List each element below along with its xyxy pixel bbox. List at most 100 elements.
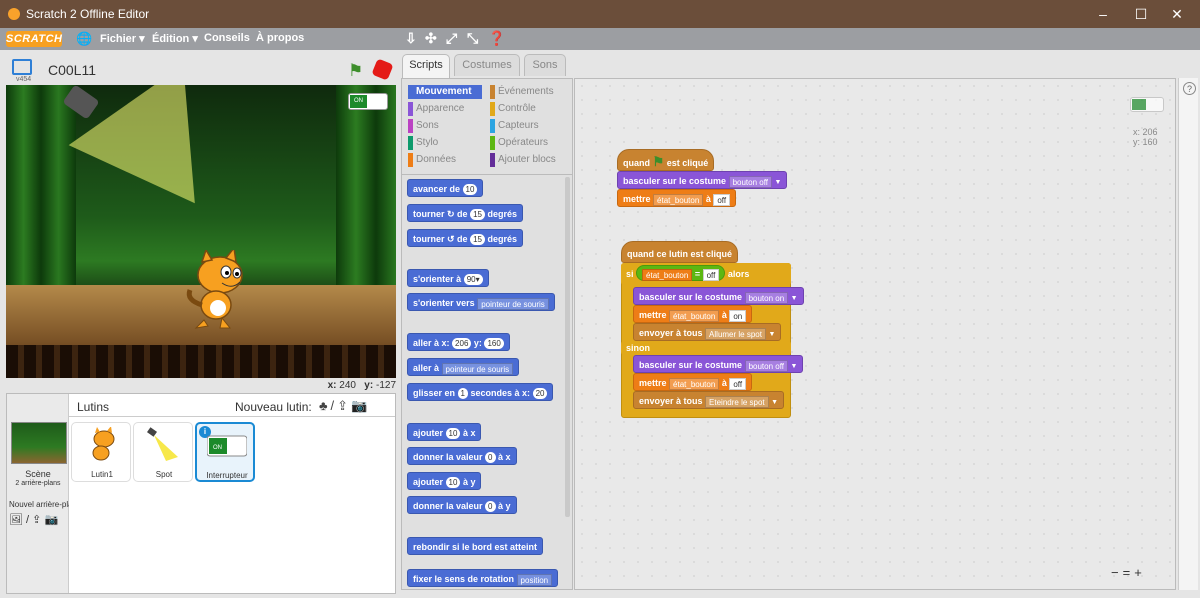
block-set-variable[interactable]: mettre état_bouton à off — [617, 189, 737, 207]
project-name[interactable]: C00L11 — [48, 62, 96, 78]
if-header[interactable]: si état_bouton = off alors — [621, 263, 791, 285]
grow-icon[interactable]: ⤢ — [446, 30, 457, 47]
block-goto[interactable]: aller à pointeur de souris — [407, 358, 520, 376]
block-input[interactable]: 90▾ — [463, 274, 483, 286]
block-dropdown[interactable]: pointeur de souris — [477, 297, 549, 310]
block-turn-left[interactable]: tourner ↺ de 15 degrés — [407, 229, 523, 247]
menu-file[interactable]: Fichier ▾ — [100, 32, 145, 45]
category-sound[interactable]: Sons — [408, 119, 482, 133]
block-dropdown[interactable]: état_bouton — [669, 309, 720, 322]
block-set-off[interactable]: mettre état_bouton à off — [633, 373, 753, 391]
category-operators[interactable]: Opérateurs — [490, 136, 570, 150]
maximize-button[interactable]: ☐ — [1126, 4, 1156, 24]
close-button[interactable]: ✕ — [1162, 4, 1192, 24]
backdrop-paint-icon[interactable]: / — [26, 514, 29, 526]
block-point-towards[interactable]: s'orienter vers pointeur de souris — [407, 293, 555, 311]
category-events[interactable]: Événements — [490, 85, 570, 99]
block-broadcast-off[interactable]: envoyer à tous Eteindre le spot ▼ — [633, 391, 785, 409]
backdrop-upload-icon[interactable]: ⇪ — [32, 514, 41, 526]
block-set-on[interactable]: mettre état_bouton à on — [633, 305, 753, 323]
help-tips-icon[interactable]: ? — [1183, 82, 1196, 95]
sprite-tile-lutin1[interactable]: Lutin1 — [71, 422, 131, 482]
help-icon[interactable]: ❓ — [488, 30, 505, 47]
block-input[interactable]: 15 — [470, 209, 485, 221]
switch-sprite[interactable]: ON — [348, 93, 388, 110]
backdrop-library-icon[interactable]: 🖼 — [9, 514, 23, 526]
block-switch-costume[interactable]: basculer sur le costume bouton off ▼ — [617, 171, 788, 189]
block-switch-costume-on[interactable]: basculer sur le costume bouton on ▼ — [633, 287, 804, 305]
block-change-x[interactable]: ajouter 10 à x — [407, 423, 482, 441]
block-input[interactable]: off — [702, 268, 720, 281]
category-sensing[interactable]: Capteurs — [490, 119, 570, 133]
scratch-logo[interactable]: SCRATCH — [6, 31, 62, 47]
backdrop-camera-icon[interactable]: 📷 — [44, 514, 58, 526]
block-bounce[interactable]: rebondir si le bord est atteint — [407, 537, 544, 555]
category-more-blocks[interactable]: Ajouter blocs — [490, 153, 570, 167]
block-glide[interactable]: glisser en 1 secondes à x: 20 — [407, 383, 554, 401]
sprite-tile-interrupteur[interactable]: i ON Interrupteur — [195, 422, 255, 482]
menu-about[interactable]: À propos — [256, 32, 304, 44]
palette-scrollbar[interactable] — [565, 177, 570, 517]
block-change-y[interactable]: ajouter 10 à y — [407, 472, 482, 490]
tab-costumes[interactable]: Costumes — [454, 54, 520, 76]
block-dropdown[interactable]: bouton off — [728, 175, 773, 188]
block-switch-costume-off[interactable]: basculer sur le costume bouton off ▼ — [633, 355, 804, 373]
language-globe-icon[interactable]: 🌐 — [76, 31, 92, 47]
block-dropdown[interactable]: état_bouton — [653, 193, 704, 206]
stage[interactable]: ON — [6, 85, 396, 378]
sprite-upload-icon[interactable]: ⇪ — [337, 398, 351, 413]
script-area[interactable]: x: 206 y: 160 quand ⚑ est cliqué bascule… — [574, 78, 1176, 590]
block-dropdown[interactable]: pointeur de souris — [441, 362, 514, 375]
block-input[interactable]: 10 — [445, 477, 461, 489]
block-turn-right[interactable]: tourner ↻ de 15 degrés — [407, 204, 523, 222]
sprite-camera-icon[interactable]: 📷 — [351, 398, 370, 413]
sprite-library-icon[interactable]: ♣ — [319, 398, 331, 413]
block-input[interactable]: off — [729, 377, 747, 390]
block-input[interactable]: 1 — [457, 388, 468, 400]
duplicate-stamp-icon[interactable]: ⇩ — [405, 30, 417, 47]
tab-sounds[interactable]: Sons — [524, 54, 566, 76]
block-set-y[interactable]: donner la valeur 0 à y — [407, 496, 517, 514]
block-dropdown[interactable]: état_bouton — [669, 377, 720, 390]
stop-sign-icon[interactable] — [371, 58, 394, 81]
block-move[interactable]: avancer de 10 — [407, 179, 484, 197]
category-looks[interactable]: Apparence — [408, 102, 482, 116]
green-flag-icon[interactable]: ⚑ — [348, 61, 363, 81]
block-input[interactable]: 0 — [485, 501, 496, 513]
block-broadcast-on[interactable]: envoyer à tous Allumer le spot ▼ — [633, 323, 782, 341]
menu-tips[interactable]: Conseils — [204, 32, 250, 44]
delete-scissors-icon[interactable]: ✣ — [425, 30, 437, 47]
shrink-icon[interactable]: ⤡ — [467, 30, 478, 47]
category-data[interactable]: Données — [408, 153, 482, 167]
category-pen[interactable]: Stylo — [408, 136, 482, 150]
hat-when-sprite-clicked[interactable]: quand ce lutin est cliqué — [621, 241, 739, 263]
minimize-button[interactable]: – — [1088, 4, 1118, 24]
block-input[interactable]: 160 — [484, 338, 504, 350]
block-input[interactable]: on — [729, 309, 747, 322]
block-dropdown[interactable]: position — [516, 573, 553, 586]
hat-when-flag-clicked[interactable]: quand ⚑ est cliqué — [617, 149, 715, 171]
zoom-in-icon[interactable]: + — [1134, 565, 1146, 580]
zoom-out-icon[interactable]: − — [1111, 565, 1123, 580]
block-set-x[interactable]: donner la valeur 0 à x — [407, 447, 517, 465]
block-dropdown[interactable]: bouton off — [744, 359, 789, 372]
block-input[interactable]: 10 — [445, 428, 461, 440]
category-motion[interactable]: Mouvement — [408, 85, 482, 99]
block-input[interactable]: off — [713, 193, 731, 206]
sprite-tile-spot[interactable]: Spot — [133, 422, 193, 482]
menu-edit[interactable]: Édition ▾ — [152, 32, 198, 45]
block-dropdown[interactable]: Allumer le spot — [705, 327, 766, 340]
stage-thumbnail[interactable] — [11, 422, 67, 464]
block-dropdown[interactable]: bouton on — [744, 291, 789, 304]
zoom-reset-icon[interactable]: = — [1123, 565, 1135, 580]
block-input[interactable]: 0 — [485, 452, 496, 464]
tab-scripts[interactable]: Scripts — [402, 54, 450, 78]
category-control[interactable]: Contrôle — [490, 102, 570, 116]
block-point-direction[interactable]: s'orienter à 90▾ — [407, 269, 489, 287]
cat-sprite[interactable] — [182, 250, 252, 330]
presentation-mode-icon[interactable] — [12, 59, 32, 75]
equals-operator[interactable]: état_bouton = off — [636, 265, 726, 281]
block-dropdown[interactable]: état_bouton — [642, 268, 693, 281]
block-input[interactable]: 15 — [470, 234, 485, 246]
block-rotation-style[interactable]: fixer le sens de rotation position — [407, 569, 559, 587]
